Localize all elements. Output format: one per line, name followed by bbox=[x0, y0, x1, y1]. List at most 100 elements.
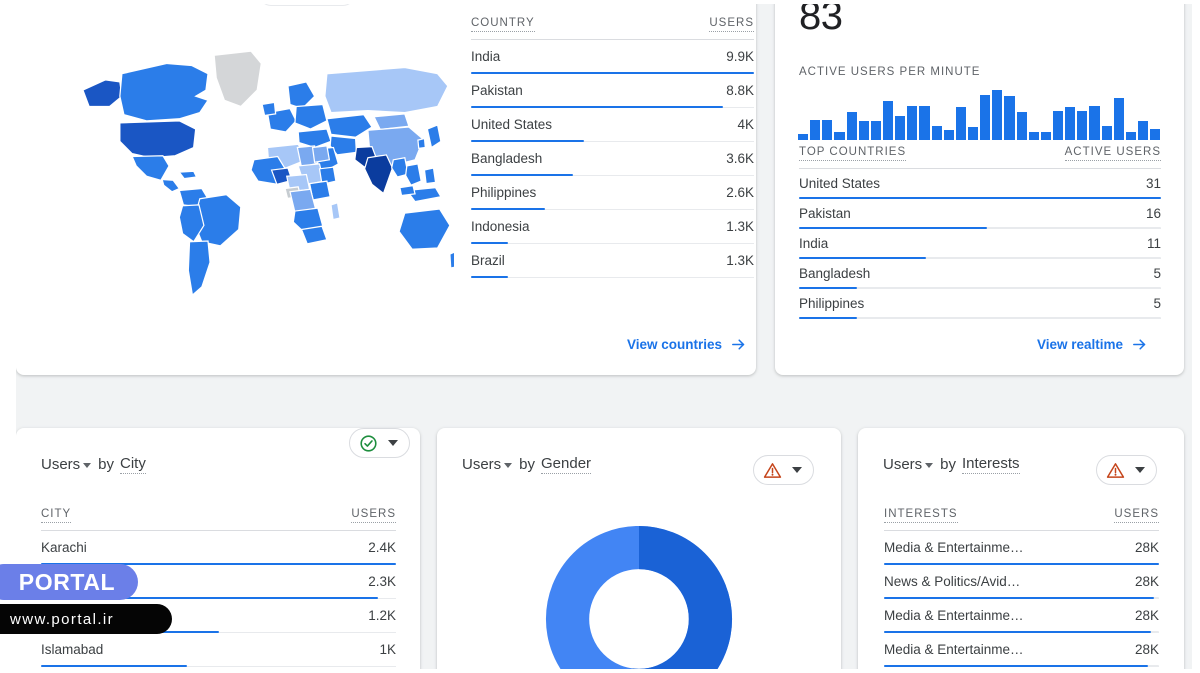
table-row[interactable]: Philippines2.6K bbox=[471, 176, 754, 210]
row-dimension: India bbox=[471, 49, 500, 64]
watermark-brand: PORTAL bbox=[0, 564, 138, 600]
sparkline-bar bbox=[1053, 111, 1063, 140]
interests-metric-label[interactable]: Users bbox=[883, 456, 922, 473]
warning-triangle-icon bbox=[763, 461, 782, 480]
sparkline-bar bbox=[1077, 111, 1087, 140]
city-dimension-label[interactable]: City bbox=[120, 455, 146, 474]
row-dimension: United States bbox=[471, 117, 552, 132]
sparkline-bar bbox=[1102, 126, 1112, 140]
table-row[interactable]: Pakistan8.8K bbox=[471, 74, 754, 108]
realtime-col-dimension: TOP COUNTRIES bbox=[799, 146, 906, 161]
country-col-metric: USERS bbox=[709, 17, 754, 32]
gender-status-chip[interactable] bbox=[753, 455, 814, 485]
row-metric: 16 bbox=[1146, 206, 1161, 221]
active-users-per-minute-sparkline[interactable] bbox=[798, 88, 1160, 140]
sparkline-bar bbox=[810, 120, 820, 140]
table-row[interactable]: United States 4K bbox=[471, 108, 754, 142]
interests-status-chip[interactable] bbox=[1096, 455, 1157, 485]
table-row[interactable]: Indonesia1.3K bbox=[471, 210, 754, 244]
table-row[interactable]: News & Politics/Avid… 28K bbox=[884, 565, 1159, 599]
chevron-down-icon[interactable] bbox=[925, 463, 933, 468]
city-status-chip[interactable] bbox=[349, 428, 410, 458]
row-metric: 5 bbox=[1153, 266, 1161, 281]
table-row[interactable]: Islamabad1K bbox=[41, 633, 396, 667]
chevron-down-icon[interactable] bbox=[83, 463, 91, 468]
page-edge-right bbox=[1192, 0, 1200, 673]
chevron-down-icon[interactable] bbox=[792, 467, 802, 473]
row-metric: 5 bbox=[1153, 296, 1161, 311]
view-countries-label: View countries bbox=[627, 337, 722, 352]
row-metric: 28K bbox=[1135, 540, 1159, 555]
city-metric-label[interactable]: Users bbox=[41, 456, 80, 473]
sparkline-bar bbox=[1126, 132, 1136, 140]
table-row[interactable]: India11 bbox=[799, 229, 1161, 259]
row-metric: 28K bbox=[1135, 608, 1159, 623]
sparkline-bar bbox=[883, 101, 893, 140]
view-realtime-link[interactable]: View realtime bbox=[1037, 336, 1148, 353]
row-dimension: Media & Entertainme… bbox=[884, 608, 1024, 623]
row-metric: 4K bbox=[737, 117, 754, 132]
table-row[interactable]: Brazil1.3K bbox=[471, 244, 754, 278]
arrow-right-icon bbox=[1131, 336, 1148, 353]
check-circle-icon bbox=[359, 434, 378, 453]
table-row[interactable]: Karachi2.4K bbox=[41, 531, 396, 565]
chevron-down-icon[interactable] bbox=[388, 440, 398, 446]
sparkline-bar bbox=[944, 130, 954, 140]
table-row[interactable]: Media & Entertainme…28K bbox=[884, 633, 1159, 667]
sparkline-bar bbox=[1004, 96, 1014, 140]
row-metric: 28K bbox=[1135, 574, 1159, 589]
chevron-down-icon[interactable] bbox=[1135, 467, 1145, 473]
table-row[interactable]: Bangladesh3.6K bbox=[471, 142, 754, 176]
watermark-url: www.portal.ir bbox=[0, 604, 172, 634]
country-table-header: COUNTRY USERS bbox=[471, 17, 754, 40]
chevron-down-icon[interactable] bbox=[504, 463, 512, 468]
sparkline-bar bbox=[907, 106, 917, 140]
page-edge-top bbox=[0, 0, 1200, 4]
world-map-svg bbox=[44, 22, 454, 314]
view-countries-link[interactable]: View countries bbox=[627, 336, 747, 353]
row-dimension: Bangladesh bbox=[799, 266, 870, 281]
gender-dimension-label[interactable]: Gender bbox=[541, 455, 591, 474]
row-dimension: Indonesia bbox=[471, 219, 530, 234]
table-row[interactable]: Media & Entertainme…28K bbox=[884, 531, 1159, 565]
row-metric: 31 bbox=[1146, 176, 1161, 191]
row-dimension: Media & Entertainme… bbox=[884, 642, 1024, 657]
interests-col-dimension: INTERESTS bbox=[884, 508, 958, 523]
row-bar bbox=[799, 317, 857, 320]
row-metric: 2.6K bbox=[726, 185, 754, 200]
row-dimension: News & Politics/Avid… bbox=[884, 574, 1020, 589]
world-choropleth-map[interactable] bbox=[44, 22, 454, 314]
realtime-overview-card: 83 ACTIVE USERS PER MINUTE TOP COUNTRIES… bbox=[775, 0, 1184, 375]
realtime-table-header: TOP COUNTRIES ACTIVE USERS bbox=[799, 146, 1161, 169]
row-metric: 8.8K bbox=[726, 83, 754, 98]
active-users-per-minute-label: ACTIVE USERS PER MINUTE bbox=[799, 66, 980, 78]
interests-dimension-label[interactable]: Interests bbox=[962, 455, 1020, 474]
gender-donut-chart[interactable] bbox=[545, 525, 733, 673]
row-dimension: Islamabad bbox=[41, 642, 103, 657]
users-by-country-card: COUNTRY USERS India9.9KPakistan8.8KUnite… bbox=[16, 0, 756, 375]
users-by-gender-title: Users by Gender bbox=[462, 455, 591, 474]
country-col-dimension: COUNTRY bbox=[471, 17, 535, 32]
table-row[interactable]: Bangladesh 5 bbox=[799, 259, 1161, 289]
row-dimension: United States bbox=[799, 176, 880, 191]
sparkline-bar bbox=[1138, 121, 1148, 140]
interests-table-header: INTERESTS USERS bbox=[884, 508, 1159, 531]
row-dimension: Philippines bbox=[799, 296, 864, 311]
row-metric: 9.9K bbox=[726, 49, 754, 64]
city-col-metric: USERS bbox=[351, 508, 396, 523]
users-by-city-title: Users by City bbox=[41, 455, 146, 474]
table-row[interactable]: Philippines 5 bbox=[799, 289, 1161, 319]
active-users-value: 83 bbox=[799, 0, 843, 39]
row-metric: 3.6K bbox=[726, 151, 754, 166]
table-row[interactable]: Pakistan16 bbox=[799, 199, 1161, 229]
analytics-dashboard: COUNTRY USERS India9.9KPakistan8.8KUnite… bbox=[0, 0, 1200, 673]
view-realtime-label: View realtime bbox=[1037, 337, 1123, 352]
table-row[interactable]: Media & Entertainme… 28K bbox=[884, 599, 1159, 633]
gender-metric-label[interactable]: Users bbox=[462, 456, 501, 473]
table-row[interactable]: India 9.9K bbox=[471, 40, 754, 74]
warning-triangle-icon bbox=[1106, 461, 1125, 480]
table-row[interactable]: United States 31 bbox=[799, 169, 1161, 199]
users-by-interests-card: Users by Interests INTERESTS USERS Media… bbox=[858, 428, 1184, 673]
sparkline-bar bbox=[992, 90, 1002, 140]
watermark-url-label: www.portal.ir bbox=[0, 611, 114, 628]
